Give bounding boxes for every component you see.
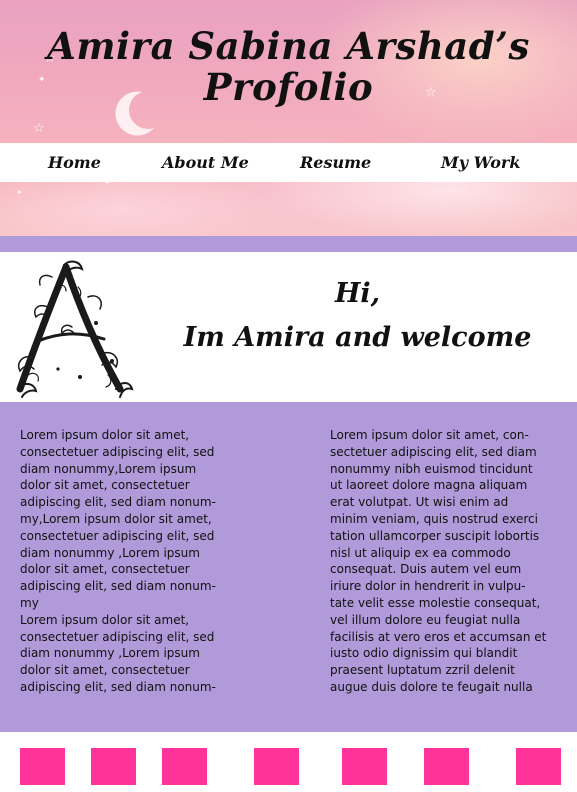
- greeting-line2: Im Amira and welcome: [183, 322, 532, 353]
- footer-link-button[interactable]: [91, 748, 136, 785]
- nav-home[interactable]: Home: [48, 143, 101, 182]
- star-icon: ✦: [16, 188, 23, 197]
- floral-letter-a-icon: [16, 260, 134, 398]
- navbar: Home About Me Resume My Work: [0, 143, 577, 182]
- intro-section: Hi, Im Amira and welcome: [0, 252, 577, 402]
- right-text-column: Lorem ipsum dolor sit amet, con-sectetue…: [330, 427, 548, 696]
- footer-link-button[interactable]: [254, 748, 299, 785]
- left-text-column: Lorem ipsum dolor sit amet, consectetuer…: [20, 427, 223, 696]
- footer-link-button[interactable]: [162, 748, 207, 785]
- site-title-line2: Profolio: [203, 65, 374, 109]
- star-icon: ☆: [33, 121, 45, 136]
- nav-resume[interactable]: Resume: [300, 143, 371, 182]
- nav-my-work[interactable]: My Work: [441, 143, 520, 182]
- right-paragraph: Lorem ipsum dolor sit amet, con-sectetue…: [330, 428, 547, 694]
- footer-link-button[interactable]: [20, 748, 65, 785]
- left-paragraph-2: Lorem ipsum dolor sit amet, consectetuer…: [20, 612, 216, 694]
- nav-about-me[interactable]: About Me: [162, 143, 249, 182]
- site-title: Amira Sabina Arshad’s Profolio: [0, 26, 577, 108]
- content-section: Lorem ipsum dolor sit amet, consectetuer…: [0, 402, 577, 732]
- header-banner: ☆ ✦ ☆ ☆ ✦ ✦ Amira Sabina Arshad’s Profol…: [0, 0, 577, 236]
- footer: [0, 732, 577, 792]
- left-paragraph-1: Lorem ipsum dolor sit amet, consectetuer…: [20, 428, 216, 610]
- divider-band: [0, 236, 577, 252]
- greeting: Hi, Im Amira and welcome: [170, 272, 545, 360]
- greeting-line1: Hi,: [334, 278, 381, 309]
- site-title-line1: Amira Sabina Arshad’s: [47, 24, 530, 68]
- footer-link-button[interactable]: [342, 748, 387, 785]
- footer-link-button[interactable]: [424, 748, 469, 785]
- footer-link-button[interactable]: [516, 748, 561, 785]
